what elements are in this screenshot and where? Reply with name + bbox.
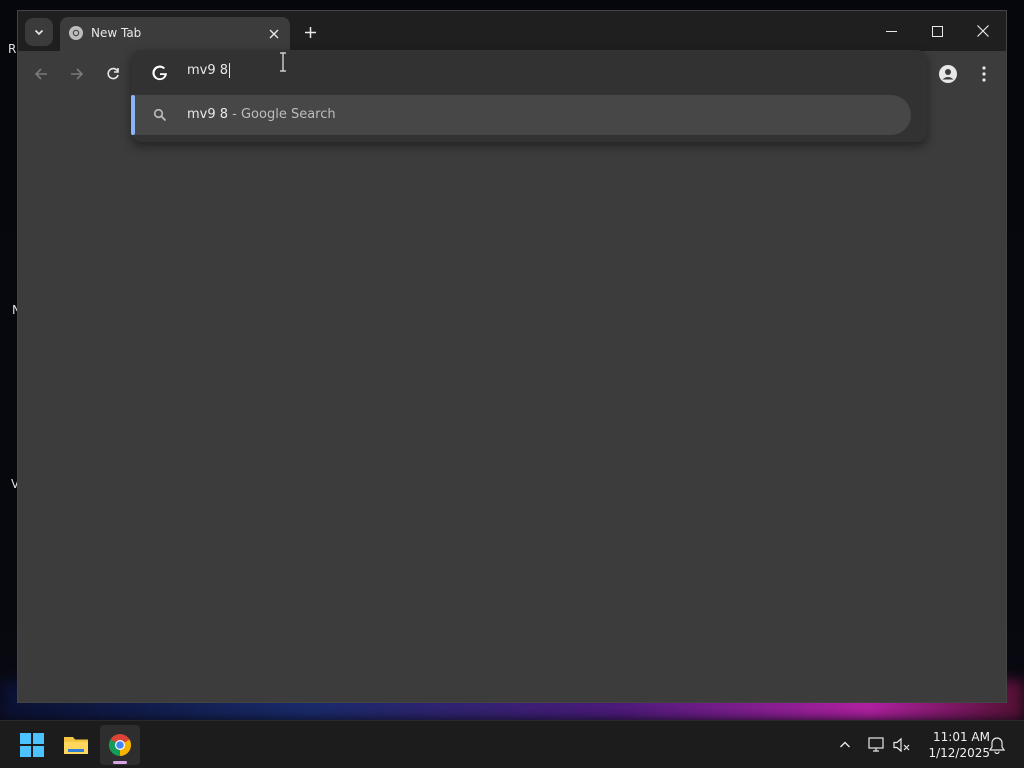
address-bar-input[interactable]: mv9 8: [187, 63, 231, 78]
profile-icon: [939, 65, 957, 83]
windows-logo-icon: [20, 733, 44, 757]
tab-title: New Tab: [91, 26, 142, 40]
tab-search-button[interactable]: [25, 18, 53, 46]
notification-bell-icon: [989, 737, 1005, 754]
chevron-up-icon: [840, 741, 850, 748]
notifications-button[interactable]: [985, 733, 1009, 757]
active-app-indicator: [113, 761, 127, 764]
chrome-icon: [109, 734, 131, 756]
more-vert-icon: [982, 66, 986, 82]
close-icon: [977, 25, 989, 37]
tray-overflow-button[interactable]: [833, 733, 857, 757]
new-tab-button[interactable]: [298, 20, 322, 44]
omnibox-suggestion[interactable]: mv9 8 - Google Search: [131, 95, 911, 135]
maximize-icon: [931, 25, 943, 37]
maximize-button[interactable]: [914, 11, 960, 51]
arrow-right-icon: [71, 68, 84, 80]
omnibox-popup: mv9 8 mv9 8 - Google Search: [131, 50, 927, 142]
chrome-favicon-icon: [69, 26, 83, 40]
google-g-icon: [152, 65, 167, 81]
chevron-down-icon: [34, 29, 44, 36]
suggestion-label: mv9 8 - Google Search: [187, 107, 336, 122]
address-bar-text: mv9 8: [187, 63, 229, 78]
arrow-left-icon: [34, 68, 47, 80]
clock-date: 1/12/2025: [928, 746, 990, 760]
reload-icon: [107, 67, 119, 80]
text-caret: [229, 63, 231, 78]
ibeam-cursor-icon: [280, 52, 286, 72]
volume-muted-icon: [893, 737, 910, 753]
tab-close-button[interactable]: [264, 24, 284, 44]
page-content: [18, 95, 1006, 702]
taskbar: 11:01 AM 1/12/2025: [0, 720, 1024, 768]
back-button[interactable]: [28, 61, 54, 87]
tab-new-tab[interactable]: New Tab: [60, 17, 290, 51]
close-window-button[interactable]: [960, 11, 1006, 51]
suggestion-description: - Google Search: [228, 107, 336, 122]
clock-time: 11:01 AM: [933, 730, 990, 744]
minimize-icon: [885, 30, 897, 32]
taskbar-file-explorer[interactable]: [56, 725, 96, 765]
tray-volume-button[interactable]: [890, 733, 914, 757]
reload-button[interactable]: [100, 61, 126, 87]
suggestion-query: mv9 8: [187, 107, 229, 122]
profile-button[interactable]: [935, 61, 961, 87]
search-icon: [153, 108, 167, 122]
network-icon: [868, 737, 884, 752]
taskbar-clock[interactable]: 11:01 AM 1/12/2025: [916, 729, 990, 761]
start-button[interactable]: [12, 725, 52, 765]
taskbar-chrome[interactable]: [100, 725, 140, 765]
plus-icon: [304, 26, 316, 38]
folder-icon: [64, 737, 88, 754]
forward-button[interactable]: [64, 61, 90, 87]
tray-network-button[interactable]: [865, 733, 889, 757]
desktop-icon-label[interactable]: R: [8, 42, 16, 56]
browser-titlebar: New Tab: [18, 11, 1006, 51]
selected-indicator: [131, 95, 135, 135]
close-icon: [269, 29, 279, 39]
minimize-button[interactable]: [868, 11, 914, 51]
browser-menu-button[interactable]: [971, 61, 997, 87]
